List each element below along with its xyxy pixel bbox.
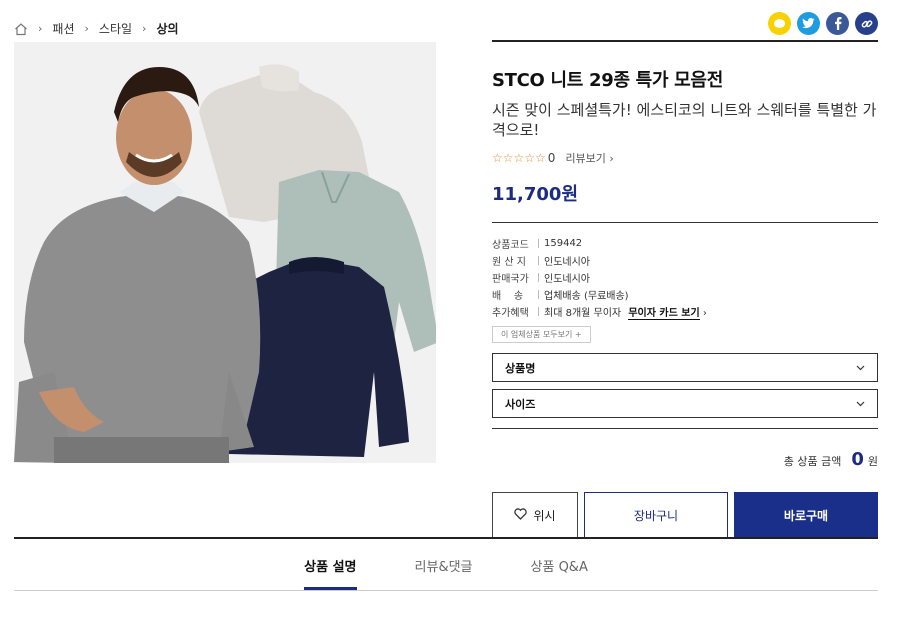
total-amount: 0 [851, 449, 864, 470]
spec-row-shipping: 배 송 업체배송 (무료배송) [492, 286, 878, 303]
rating: ☆☆☆☆☆ 0 리뷰보기 › [492, 150, 878, 166]
buy-now-button[interactable]: 바로구매 [734, 492, 878, 538]
select-label: 상품명 [505, 361, 536, 375]
spec-label: 원 산 지 [492, 257, 526, 268]
link-icon[interactable] [855, 12, 878, 35]
spec-label: 배 송 [492, 291, 524, 302]
action-buttons: 위시 장바구니 바로구매 [492, 492, 878, 538]
spec-value: 159442 [544, 238, 583, 249]
heart-icon [514, 507, 528, 523]
product-subtitle: 시즌 맞이 스페셜특가! 에스티코의 니트와 스웨터를 특별한 가격으로! [492, 101, 877, 139]
total-label: 총 상품 금액 [783, 455, 842, 468]
total-unit: 원 [867, 455, 878, 468]
interest-free-card-link[interactable]: 무이자 카드 보기 [628, 308, 700, 320]
share-buttons [768, 12, 878, 35]
spec-row-country: 판매국가 인도네시아 [492, 269, 878, 286]
spec-label: 추가혜택 [492, 308, 529, 319]
breadcrumb-separator: › [38, 22, 43, 35]
tab-reviews[interactable]: 리뷰&댓글 [415, 556, 473, 589]
chevron-down-icon [856, 361, 865, 374]
tab-description[interactable]: 상품 설명 [304, 556, 357, 590]
divider [492, 428, 878, 429]
kakao-share-icon[interactable] [768, 12, 791, 35]
breadcrumb-separator: › [142, 22, 147, 35]
rating-stars-icon: ☆☆☆☆☆ [492, 151, 546, 165]
divider [492, 222, 878, 223]
spec-label: 판매국가 [492, 274, 529, 285]
wish-button[interactable]: 위시 [492, 492, 578, 538]
breadcrumb: › 패션 › 스타일 › 상의 [14, 20, 179, 37]
cart-button[interactable]: 장바구니 [584, 492, 728, 538]
spec-divider [538, 290, 539, 299]
detail-tabs: 상품 설명 리뷰&댓글 상품 Q&A [14, 537, 878, 591]
total-price: 총 상품 금액 0 원 [492, 449, 878, 470]
benefit-text: 최대 8개월 무이자 [544, 308, 622, 319]
review-link[interactable]: 리뷰보기 › [565, 150, 613, 166]
breadcrumb-item-style[interactable]: 스타일 [99, 20, 132, 37]
tab-qna[interactable]: 상품 Q&A [531, 556, 588, 589]
chevron-down-icon [856, 397, 865, 410]
chevron-right-icon: › [702, 308, 707, 319]
product-option-select[interactable]: 상품명 [492, 353, 878, 382]
spec-label: 상품코드 [492, 240, 529, 251]
wish-label: 위시 [533, 508, 556, 523]
breadcrumb-separator: › [84, 22, 89, 35]
spec-value: 업체배송 (무료배송) [544, 291, 629, 302]
product-specs: 상품코드 159442 원 산 지 인도네시아 판매국가 인도네시아 배 송 업… [492, 235, 878, 343]
more-seller-products-button[interactable]: 이 업체상품 모두보기 + [492, 326, 591, 343]
spec-divider [538, 273, 539, 282]
spec-value: 인도네시아 [544, 257, 590, 268]
spec-row-code: 상품코드 159442 [492, 235, 878, 252]
product-price: 11,700원 [492, 184, 579, 205]
select-label: 사이즈 [505, 397, 536, 411]
spec-divider [538, 256, 539, 265]
spec-divider [538, 307, 539, 316]
product-image[interactable] [14, 42, 436, 463]
home-icon[interactable] [14, 22, 28, 36]
spec-value: 인도네시아 [544, 274, 590, 285]
size-select[interactable]: 사이즈 [492, 389, 878, 418]
facebook-icon[interactable] [826, 12, 849, 35]
review-count: 0 [547, 151, 556, 165]
breadcrumb-item-fashion[interactable]: 패션 [52, 20, 74, 37]
twitter-icon[interactable] [797, 12, 820, 35]
top-divider [492, 40, 878, 42]
spec-divider [538, 239, 539, 248]
spec-value: 최대 8개월 무이자 무이자 카드 보기 › [544, 304, 707, 320]
product-title: STCO 니트 29종 특가 모음전 [492, 70, 723, 91]
breadcrumb-item-tops[interactable]: 상의 [156, 20, 178, 37]
spec-row-origin: 원 산 지 인도네시아 [492, 252, 878, 269]
product-info-panel: STCO 니트 29종 특가 모음전 시즌 맞이 스페셜특가! 에스티코의 니트… [492, 40, 878, 538]
spec-row-benefit: 추가혜택 최대 8개월 무이자 무이자 카드 보기 › [492, 303, 878, 320]
